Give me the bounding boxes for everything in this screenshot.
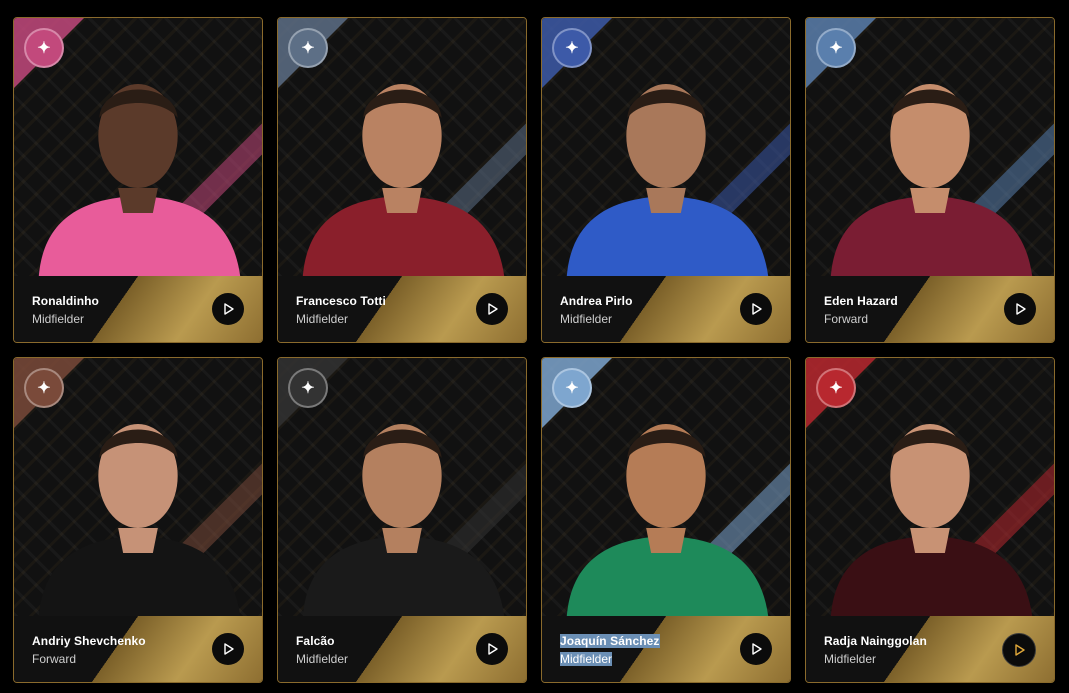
player-name: Andrea Pirlo (560, 294, 633, 308)
play-button[interactable] (1004, 293, 1036, 325)
player-photo: ✦ (278, 18, 526, 276)
player-card[interactable]: ✦ Francesco Totti Midfielder (277, 17, 527, 343)
player-name: Radja Nainggolan (824, 634, 927, 648)
player-photo: ✦ (806, 358, 1054, 616)
player-position: Midfielder (296, 312, 349, 326)
card-footer: Falcão Midfielder (278, 616, 526, 682)
player-name: Ronaldinho (32, 294, 99, 308)
card-footer: Joaquín Sánchez Midfielder (542, 616, 790, 682)
player-name: Francesco Totti (296, 294, 386, 308)
player-photo: ✦ (542, 18, 790, 276)
card-footer: Francesco Totti Midfielder (278, 276, 526, 342)
play-icon (224, 643, 234, 655)
panther-crest-icon: ✦ (288, 368, 328, 408)
card-footer: Andriy Shevchenko Forward (14, 616, 262, 682)
ring-crest-icon: ✦ (552, 368, 592, 408)
play-icon (752, 303, 762, 315)
player-photo: ✦ (14, 358, 262, 616)
play-button[interactable] (476, 633, 508, 665)
play-button[interactable] (212, 633, 244, 665)
stallion-crest-icon: ✦ (288, 28, 328, 68)
play-icon (488, 643, 498, 655)
player-position: Forward (824, 312, 869, 326)
player-card[interactable]: ✦ Falcão Midfielder (277, 357, 527, 683)
play-button[interactable] (1002, 633, 1036, 667)
card-footer: Eden Hazard Forward (806, 276, 1054, 342)
play-button[interactable] (212, 293, 244, 325)
player-position: Forward (32, 652, 77, 666)
card-footer: Ronaldinho Midfielder (14, 276, 262, 342)
player-card[interactable]: ✦ Radja Nainggolan Midfielder (805, 357, 1055, 683)
player-card[interactable]: ✦ Andrea Pirlo Midfielder (541, 17, 791, 343)
player-photo: ✦ (278, 358, 526, 616)
player-card[interactable]: ✦ Eden Hazard Forward (805, 17, 1055, 343)
player-card[interactable]: ✦ Ronaldinho Midfielder (13, 17, 263, 343)
skull-crest-icon: ✦ (816, 368, 856, 408)
player-name: Eden Hazard (824, 294, 898, 308)
play-icon (1015, 644, 1025, 656)
play-icon (224, 303, 234, 315)
lion-head-crest-icon: ✦ (24, 368, 64, 408)
lion-crest-icon: ✦ (24, 28, 64, 68)
shield-crest-icon: ✦ (552, 28, 592, 68)
play-icon (1016, 303, 1026, 315)
player-name: Falcão (296, 634, 335, 648)
play-button[interactable] (740, 293, 772, 325)
player-position: Midfielder (296, 652, 349, 666)
player-name: Joaquín Sánchez (560, 634, 660, 648)
player-card[interactable]: ✦ Andriy Shevchenko Forward (13, 357, 263, 683)
card-footer: Radja Nainggolan Midfielder (806, 616, 1054, 682)
player-position: Midfielder (824, 652, 877, 666)
play-icon (752, 643, 762, 655)
player-photo: ✦ (14, 18, 262, 276)
player-position: Midfielder (32, 312, 85, 326)
player-card[interactable]: ✦ Joaquín Sánchez Midfielder (541, 357, 791, 683)
player-photo: ✦ (542, 358, 790, 616)
player-grid: ✦ Ronaldinho Midfielder ✦ Francesco Tott… (0, 0, 1069, 693)
play-icon (488, 303, 498, 315)
player-position: Midfielder (560, 652, 613, 666)
card-footer: Andrea Pirlo Midfielder (542, 276, 790, 342)
player-name: Andriy Shevchenko (32, 634, 146, 648)
play-button[interactable] (476, 293, 508, 325)
shield-crest-icon: ✦ (816, 28, 856, 68)
player-position: Midfielder (560, 312, 613, 326)
play-button[interactable] (740, 633, 772, 665)
player-photo: ✦ (806, 18, 1054, 276)
